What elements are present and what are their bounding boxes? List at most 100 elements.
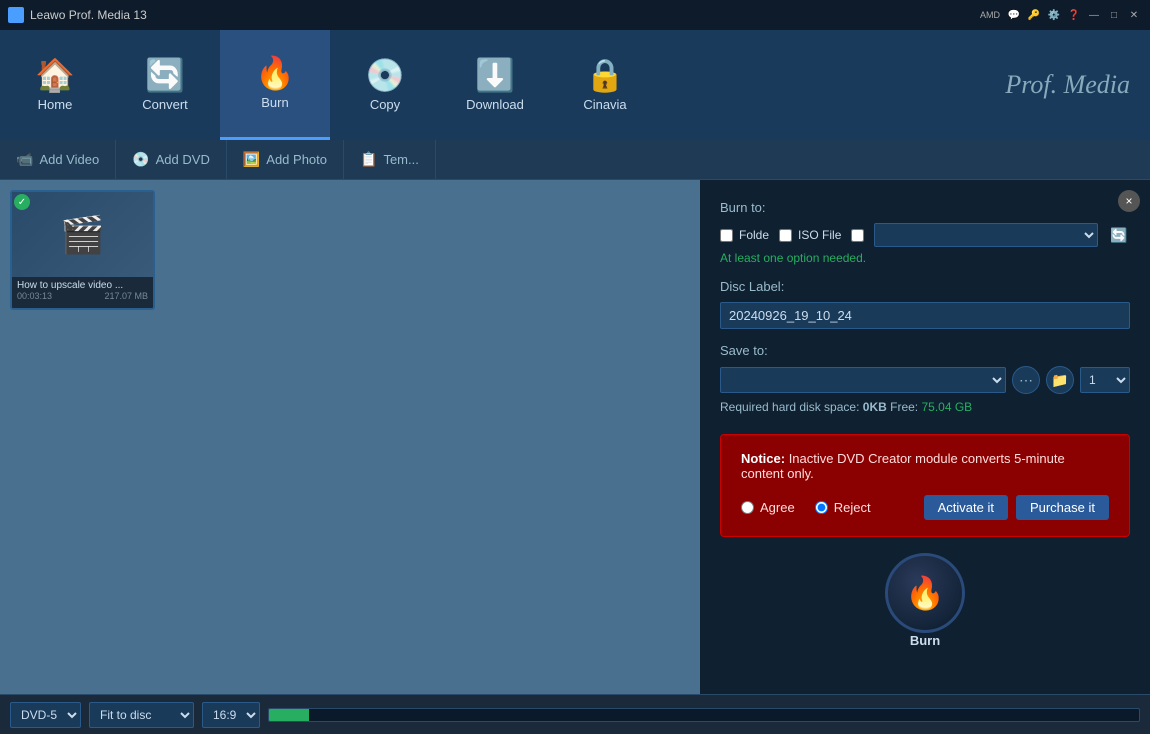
iso-label: ISO File	[798, 228, 841, 242]
video-duration: 00:03:13	[17, 291, 52, 301]
disc-drive-select[interactable]	[874, 223, 1098, 247]
disc-checkbox[interactable]	[851, 229, 864, 242]
warning-text: At least one option needed.	[720, 251, 1130, 265]
add-video-label: Add Video	[39, 152, 99, 167]
thumbnail-image: 🎬	[12, 192, 153, 277]
toolbar-download[interactable]: ⬇️ Download	[440, 30, 550, 140]
agree-label: Agree	[760, 500, 795, 515]
toolbar-home-label: Home	[38, 97, 73, 112]
template-label: Tem...	[383, 152, 418, 167]
check-badge: ✓	[14, 194, 30, 210]
toolbar-home[interactable]: 🏠 Home	[0, 30, 110, 140]
system-icon-amd: AMD	[982, 7, 998, 23]
ratio-select[interactable]: 16:9 4:3	[202, 702, 260, 728]
template-icon: 📋	[360, 151, 377, 168]
disc-label-input[interactable]	[720, 302, 1130, 329]
disk-space-label: Required hard disk space:	[720, 400, 859, 414]
refresh-btn[interactable]: 🔄	[1108, 224, 1130, 246]
folder-checkbox-group: Folde	[720, 228, 769, 242]
progress-bar-container	[268, 708, 1140, 722]
format-select[interactable]: DVD-5 DVD-9	[10, 702, 81, 728]
disk-free-label: Free:	[890, 400, 918, 414]
activate-btn[interactable]: Activate it	[924, 495, 1008, 520]
disk-space-row: Required hard disk space: 0KB Free: 75.0…	[720, 400, 1130, 414]
reject-radio-group: Reject	[815, 500, 871, 515]
template-btn[interactable]: 📋 Tem...	[344, 140, 436, 179]
burn-label: Burn	[910, 633, 940, 648]
dvd-icon: 💿	[132, 151, 149, 168]
disc-label-field-label: Disc Label:	[720, 279, 1130, 294]
settings-icon[interactable]: ⚙️	[1046, 7, 1062, 23]
notice-box: Notice: Inactive DVD Creator module conv…	[720, 434, 1130, 537]
disc-checkbox-group	[851, 229, 864, 242]
folder-checkbox[interactable]	[720, 229, 733, 242]
burn-button[interactable]: 🔥	[885, 553, 965, 633]
download-icon: ⬇️	[475, 59, 515, 91]
video-title: How to upscale video ...	[17, 280, 148, 291]
save-path-select[interactable]: C:\Users\fab\Documents\Leawo\Prof. Media…	[720, 367, 1006, 393]
toolbar-download-label: Download	[466, 97, 524, 112]
add-photo-label: Add Photo	[266, 152, 327, 167]
copies-select[interactable]: 1 2 3	[1080, 367, 1130, 393]
minimize-btn[interactable]: —	[1086, 7, 1102, 23]
folder-label: Folde	[739, 228, 769, 242]
toolbar-burn-label: Burn	[261, 95, 288, 110]
toolbar-convert-label: Convert	[142, 97, 188, 112]
chat-icon[interactable]: 💬	[1006, 7, 1022, 23]
burn-section: 🔥 Burn	[720, 553, 1130, 648]
more-options-btn[interactable]: ⋯	[1012, 366, 1040, 394]
toolbar-burn[interactable]: 🔥 Burn	[220, 30, 330, 140]
agree-radio-group: Agree	[741, 500, 795, 515]
video-thumb-icon: 🎬	[60, 214, 105, 256]
toolbar-logo: Prof. Media	[1005, 30, 1150, 140]
disk-required: 0KB	[863, 400, 887, 414]
close-btn[interactable]: ✕	[1126, 7, 1142, 23]
key-icon[interactable]: 🔑	[1026, 7, 1042, 23]
toolbar-cinavia[interactable]: 🔒 Cinavia	[550, 30, 660, 140]
video-meta: 00:03:13 217.07 MB	[17, 291, 148, 301]
toolbar-copy[interactable]: 💿 Copy	[330, 30, 440, 140]
add-dvd-label: Add DVD	[156, 152, 210, 167]
video-icon: 📹	[16, 151, 33, 168]
cinavia-icon: 🔒	[585, 59, 625, 91]
reject-radio[interactable]	[815, 501, 828, 514]
save-to-row: C:\Users\fab\Documents\Leawo\Prof. Media…	[720, 366, 1130, 394]
home-icon: 🏠	[35, 59, 75, 91]
app-logo-icon	[8, 7, 24, 23]
iso-checkbox-group: ISO File	[779, 228, 841, 242]
app-title: Leawo Prof. Media 13	[30, 8, 982, 22]
burn-icon: 🔥	[255, 57, 295, 89]
toolbar-convert[interactable]: 🔄 Convert	[110, 30, 220, 140]
main-toolbar: 🏠 Home 🔄 Convert 🔥 Burn 💿 Copy ⬇️ Downlo…	[0, 30, 1150, 140]
add-photo-btn[interactable]: 🖼️ Add Photo	[227, 140, 344, 179]
bottom-bar: DVD-5 DVD-9 Fit to disc Fit to window 16…	[0, 694, 1150, 734]
burn-flame-icon: 🔥	[905, 574, 945, 612]
right-panel: × Burn to: Folde ISO File 🔄	[700, 180, 1150, 694]
notice-label: Notice:	[741, 451, 785, 466]
fit-select[interactable]: Fit to disc Fit to window	[89, 702, 194, 728]
content-panel: ✓ 🎬 How to upscale video ... 00:03:13 21…	[0, 180, 700, 694]
convert-icon: 🔄	[145, 59, 185, 91]
progress-bar-fill	[269, 709, 309, 721]
title-bar: Leawo Prof. Media 13 AMD 💬 🔑 ⚙️ ❓ — □ ✕	[0, 0, 1150, 30]
agree-radio[interactable]	[741, 501, 754, 514]
toolbar-copy-label: Copy	[370, 97, 400, 112]
maximize-btn[interactable]: □	[1106, 7, 1122, 23]
add-dvd-btn[interactable]: 💿 Add DVD	[116, 140, 227, 179]
add-video-btn[interactable]: 📹 Add Video	[0, 140, 116, 179]
purchase-btn[interactable]: Purchase it	[1016, 495, 1109, 520]
video-size: 217.07 MB	[104, 291, 148, 301]
notice-buttons: Activate it Purchase it	[924, 495, 1109, 520]
save-to-label: Save to:	[720, 343, 1130, 358]
copy-icon: 💿	[365, 59, 405, 91]
help-icon[interactable]: ❓	[1066, 7, 1082, 23]
folder-open-btn[interactable]: 📁	[1046, 366, 1074, 394]
notice-actions: Agree Reject Activate it Purchase it	[741, 495, 1109, 520]
reject-label: Reject	[834, 500, 871, 515]
dialog-close-btn[interactable]: ×	[1118, 190, 1140, 212]
photo-icon: 🖼️	[243, 151, 260, 168]
video-thumbnail[interactable]: ✓ 🎬 How to upscale video ... 00:03:13 21…	[10, 190, 155, 310]
iso-checkbox[interactable]	[779, 229, 792, 242]
burn-to-row: Folde ISO File 🔄	[720, 223, 1130, 247]
sub-toolbar: 📹 Add Video 💿 Add DVD 🖼️ Add Photo 📋 Tem…	[0, 140, 1150, 180]
